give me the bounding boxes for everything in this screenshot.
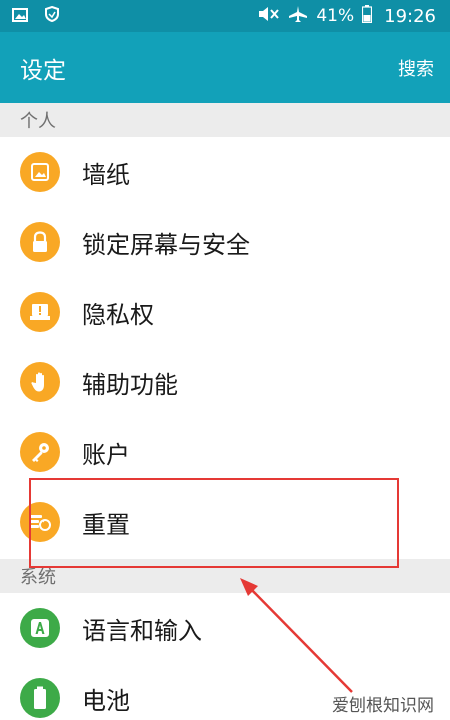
settings-item-label: 隐私权 — [82, 300, 154, 329]
language-icon — [20, 608, 60, 648]
battery-percent: 41% — [316, 6, 355, 26]
settings-item-label: 墙纸 — [82, 160, 130, 189]
clock: 19:26 — [384, 5, 436, 27]
settings-item-label: 账户 — [82, 440, 130, 469]
airplane-icon — [288, 5, 308, 28]
status-bar: 41% 19:26 — [0, 0, 450, 32]
hand-icon — [20, 362, 60, 402]
settings-item-reset[interactable]: 重置 — [0, 487, 450, 557]
section-header-system: 系统 — [0, 559, 450, 593]
settings-item-accessibility[interactable]: 辅助功能 — [0, 347, 450, 417]
status-right: 41% 19:26 — [258, 4, 436, 28]
battery-icon — [362, 4, 373, 28]
settings-item-lockscreen[interactable]: 锁定屏幕与安全 — [0, 207, 450, 277]
image-icon — [12, 7, 28, 26]
settings-item-wallpaper[interactable]: 墙纸 — [0, 137, 450, 207]
wallpaper-icon — [20, 152, 60, 192]
app-bar: 设定 搜索 — [0, 32, 450, 103]
key-icon — [20, 432, 60, 472]
lock-icon — [20, 222, 60, 262]
settings-item-label: 锁定屏幕与安全 — [82, 230, 250, 259]
shield-icon — [44, 5, 60, 26]
settings-item-label: 电池 — [82, 686, 130, 715]
settings-item-language[interactable]: 语言和输入 — [0, 593, 450, 663]
reset-icon — [20, 502, 60, 542]
settings-item-label: 重置 — [82, 510, 130, 539]
privacy-icon — [20, 292, 60, 332]
status-left — [12, 5, 60, 26]
watermark-text: 爱刨根知识网 — [332, 696, 434, 716]
settings-item-accounts[interactable]: 账户 — [0, 417, 450, 487]
search-button[interactable]: 搜索 — [398, 55, 434, 81]
settings-item-label: 辅助功能 — [82, 370, 178, 399]
settings-item-label: 语言和输入 — [82, 616, 202, 645]
settings-item-privacy[interactable]: 隐私权 — [0, 277, 450, 347]
mute-icon — [258, 6, 280, 27]
page-title: 设定 — [20, 57, 66, 84]
section-header-personal: 个人 — [0, 103, 450, 137]
battery-icon — [20, 678, 60, 718]
